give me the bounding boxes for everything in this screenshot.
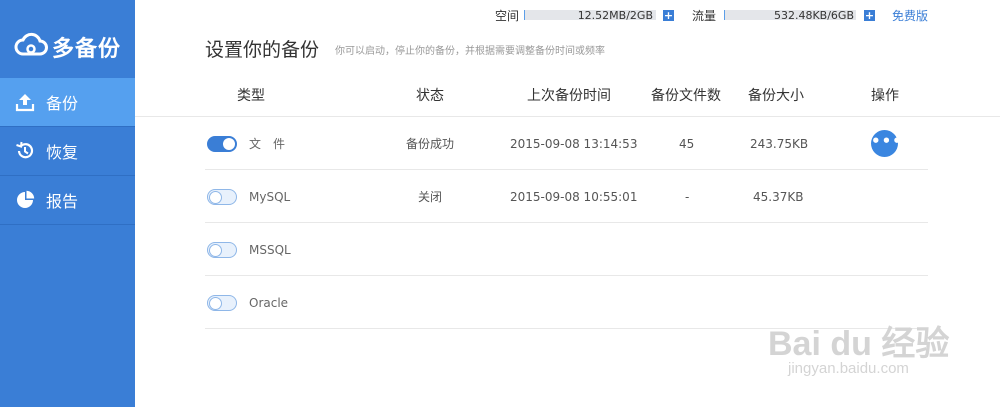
sidebar-item-report[interactable]: 报告: [0, 176, 135, 225]
file-count-cell: 45: [679, 137, 695, 151]
sidebar-item-label: 恢复: [46, 143, 79, 162]
toggle-knob: [209, 297, 222, 310]
app-logo[interactable]: 多备份: [14, 30, 121, 64]
backup-toggle-mssql[interactable]: [207, 242, 237, 258]
logo-text: 多备份: [52, 37, 122, 62]
status-cell: 关闭: [418, 190, 443, 204]
file-count-cell: -: [685, 190, 690, 204]
toggle-knob: [209, 244, 222, 257]
cloud-logo-icon: [14, 32, 48, 62]
toggle-knob: [209, 191, 222, 204]
row-divider: [205, 169, 928, 170]
backup-toggle-file[interactable]: [207, 136, 237, 152]
sidebar: 多备份 备份 恢复 报告: [0, 0, 135, 407]
traffic-label: 流量: [692, 9, 717, 23]
backup-toggle-oracle[interactable]: [207, 295, 237, 311]
last-backup-cell: 2015-09-08 13:14:53: [510, 137, 638, 151]
toggle-knob: [223, 138, 235, 150]
column-header-status: 状态: [416, 88, 444, 104]
column-header-type: 类型: [237, 88, 265, 104]
column-header-last-backup: 上次备份时间: [527, 88, 611, 104]
header-divider: [135, 116, 1000, 117]
watermark-url-text: jingyan.baidu.com: [788, 360, 909, 377]
size-cell: 243.75KB: [750, 137, 809, 151]
type-label: MySQL: [249, 190, 291, 204]
space-value: 12.52MB/2GB: [577, 9, 653, 22]
traffic-value: 532.48KB/6GB: [773, 9, 854, 22]
watermark-main-text: Bai du 经验: [768, 325, 950, 363]
page-subtitle: 你可以启动，停止你的备份，并根据需要调整备份时间或频率: [335, 46, 605, 57]
page-title: 设置你的备份: [205, 39, 320, 61]
backup-toggle-mysql[interactable]: [207, 189, 237, 205]
space-progress-fill: [524, 10, 526, 20]
sidebar-item-restore[interactable]: 恢复: [0, 127, 135, 176]
type-label: Oracle: [249, 296, 289, 310]
type-label: 文 件: [249, 137, 286, 151]
row-divider: [205, 275, 928, 276]
traffic-progress-fill: [724, 10, 725, 20]
sidebar-item-backup[interactable]: 备份: [0, 78, 135, 127]
add-space-icon[interactable]: +: [663, 10, 674, 21]
pie-chart-icon: [14, 189, 36, 211]
sidebar-item-label: 备份: [46, 94, 79, 113]
space-label: 空间: [495, 9, 520, 23]
baidu-watermark: Bai du 经验 jingyan.baidu.com: [768, 298, 978, 388]
sidebar-item-label: 报告: [46, 192, 79, 211]
size-cell: 45.37KB: [753, 190, 804, 204]
status-cell: 备份成功: [406, 137, 455, 151]
row-divider: [205, 222, 928, 223]
free-plan-link[interactable]: 免费版: [892, 7, 928, 25]
upload-icon: [14, 91, 36, 113]
column-header-action: 操作: [871, 88, 899, 104]
more-actions-button[interactable]: •••: [871, 130, 902, 157]
add-traffic-icon[interactable]: +: [864, 10, 875, 21]
history-icon: [14, 140, 36, 162]
column-header-size: 备份大小: [748, 88, 804, 104]
column-header-file-count: 备份文件数: [651, 88, 721, 104]
last-backup-cell: 2015-09-08 10:55:01: [510, 190, 638, 204]
type-label: MSSQL: [249, 243, 291, 257]
